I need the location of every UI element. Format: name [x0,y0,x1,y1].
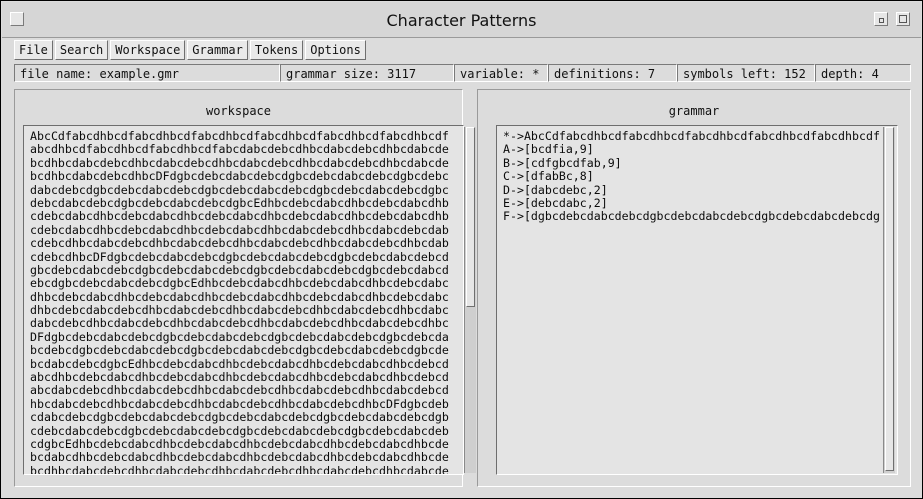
menu-workspace[interactable]: Workspace [110,40,186,60]
workspace-line: cdabcdebcdgbcdebcdabcdebcdgbcdebcdabcdeb… [30,410,449,425]
workspace-line: bcdabcdhbcdebcdabcdhbcdebcdabcdhbcdebcda… [30,450,449,465]
workspace-line: gbcdebcdabcdebcdgbcdebcdabcdebcdgbcdebcd… [30,262,449,277]
grammar-text-area[interactable]: *->AbcCdfabcdhbcdfabcdhbcdfabcdhbcdfabcd… [496,125,898,475]
workspace-lines: AbcCdfabcdhbcdfabcdhbcdfabcdhbcdfabcdhbc… [30,129,449,475]
workspace-line: cdebcdabcdhbcdebcdabcdhbcdebcdabcdhbcdeb… [30,209,449,224]
grammar-line: D->[dabcdebc,2] [503,182,608,197]
grammar-line: F->[dgbcdebcdabcdebcdgbcdebcdabcdebcdgbc… [503,209,880,224]
workspace-scrollbar[interactable] [464,127,476,473]
workspace-line: cdebcdabcdebcdgbcdebcdabcdebcdgbcdebcdab… [30,423,449,438]
workspace-line: bcdhbcdabcdebcdhbcdabcdebcdhbcdabcdebcdh… [30,155,449,170]
workspace-line: DFdgbcdebcdabcdebcdgbcdebcdabcdebcdgbcde… [30,329,449,344]
status-symbols-left: symbols left: 152 [677,64,815,82]
menu-options[interactable]: Options [305,40,366,60]
menu-file[interactable]: File [14,40,53,60]
workspace-line: cdebcdhbcdabcdebcdhbcdabcdebcdhbcdabcdeb… [30,236,449,251]
grammar-lines: *->AbcCdfabcdhbcdfabcdhbcdfabcdhbcdfabcd… [503,129,880,224]
grammar-scroll-thumb[interactable] [885,127,894,471]
workspace-line: abcdabcdebcdhbcdabcdebcdhbcdabcdebcdhbcd… [30,383,449,398]
workspace-line: dhbcdebcdabcdebcdhbcdabcdebcdhbcdabcdebc… [30,303,449,318]
status-bar: file name: example.gmr grammar size: 311… [14,64,911,84]
workspace-line: abcdhbcdebcdabcdhbcdebcdabcdhbcdebcdabcd… [30,370,449,385]
workspace-line: cdgbcEdhbcdebcdabcdhbcdebcdabcdhbcdebcda… [30,436,449,451]
workspace-line: bcdhbcdabcdebcdhbcdabcdebcdhbcdabcdebcdh… [30,463,449,475]
grammar-line: C->[dfabBc,8] [503,169,594,184]
workspace-scroll-thumb[interactable] [466,127,475,307]
workspace-line: bcdhbcdabcdebcdhbcDFdgbcdebcdabcdebcdgbc… [30,169,449,184]
workspace-line: abcdhbcdfabcdhbcdfabcdhbcdfabcdabcdebcdh… [30,142,449,157]
status-definitions: definitions: 7 [548,64,677,82]
workspace-line: dabcdebcdgbcdebcdabcdebcdgbcdebcdabcdebc… [30,182,449,197]
app-window: Character Patterns File Search Workspace… [0,0,923,499]
workspace-line: ebcdgbcdebcdabcdebcdgbcEdhbcdebcdabcdhbc… [30,276,449,291]
grammar-title: grammar [668,104,720,118]
menu-tokens[interactable]: Tokens [249,40,304,60]
workspace-line: bcdabcdebcdgbcEdhbcdebcdabcdhbcdebcdabcd… [30,356,449,371]
maximize-button[interactable] [896,12,910,26]
workspace-line: dabcdebcdhbcdabcdebcdhbcdabcdebcdhbcdabc… [30,316,449,331]
workspace-line: hbcdabcdebcdhbcdabcdebcdhbcdabcdebcdhbcd… [30,396,449,411]
grammar-scrollbar[interactable] [883,127,895,473]
workspace-line: debcdabcdebcdgbcdebcdabcdebcdgbcEdhbcdeb… [30,195,449,210]
workspace-text-area[interactable]: AbcCdfabcdhbcdfabcdhbcdfabcdhbcdfabcdhbc… [23,125,464,475]
menu-search[interactable]: Search [54,40,109,60]
workspace-line: cdebcdhbcDFdgbcdebcdabcdebcdgbcdebcdabcd… [30,249,449,264]
grammar-line: A->[bcdfia,9] [503,142,594,157]
status-file-name: file name: example.gmr [14,64,280,82]
title-bar: Character Patterns [2,2,921,38]
minimize-button[interactable] [874,12,888,26]
workspace-line: cdebcdabcdhbcdebcdabcdhbcdebcdabcdhbcdab… [30,222,449,237]
grammar-line: B->[cdfgbcdfab,9] [503,155,622,170]
status-depth: depth: 4 [815,64,911,82]
workspace-line: dhbcdebcdabcdhbcdebcdabcdhbcdebcdabcdhbc… [30,289,449,304]
status-grammar-size: grammar size: 3117 [280,64,454,82]
grammar-line: E->[debcdabc,2] [503,195,608,210]
window-title: Character Patterns [386,11,537,30]
workspace-title: workspace [205,104,272,118]
status-variable: variable: * [454,64,548,82]
workspace-line: AbcCdfabcdhbcdfabcdhbcdfabcdhbcdfabcdhbc… [30,129,449,143]
workspace-line: bcdebcdgbcdebcdabcdebcdgbcdebcdabcdebcdg… [30,343,449,358]
menu-grammar[interactable]: Grammar [187,40,248,60]
menu-bar: File Search Workspace Grammar Tokens Opt… [14,40,368,60]
grammar-line: *->AbcCdfabcdhbcdfabcdhbcdfabcdhbcdfabcd… [503,129,880,143]
